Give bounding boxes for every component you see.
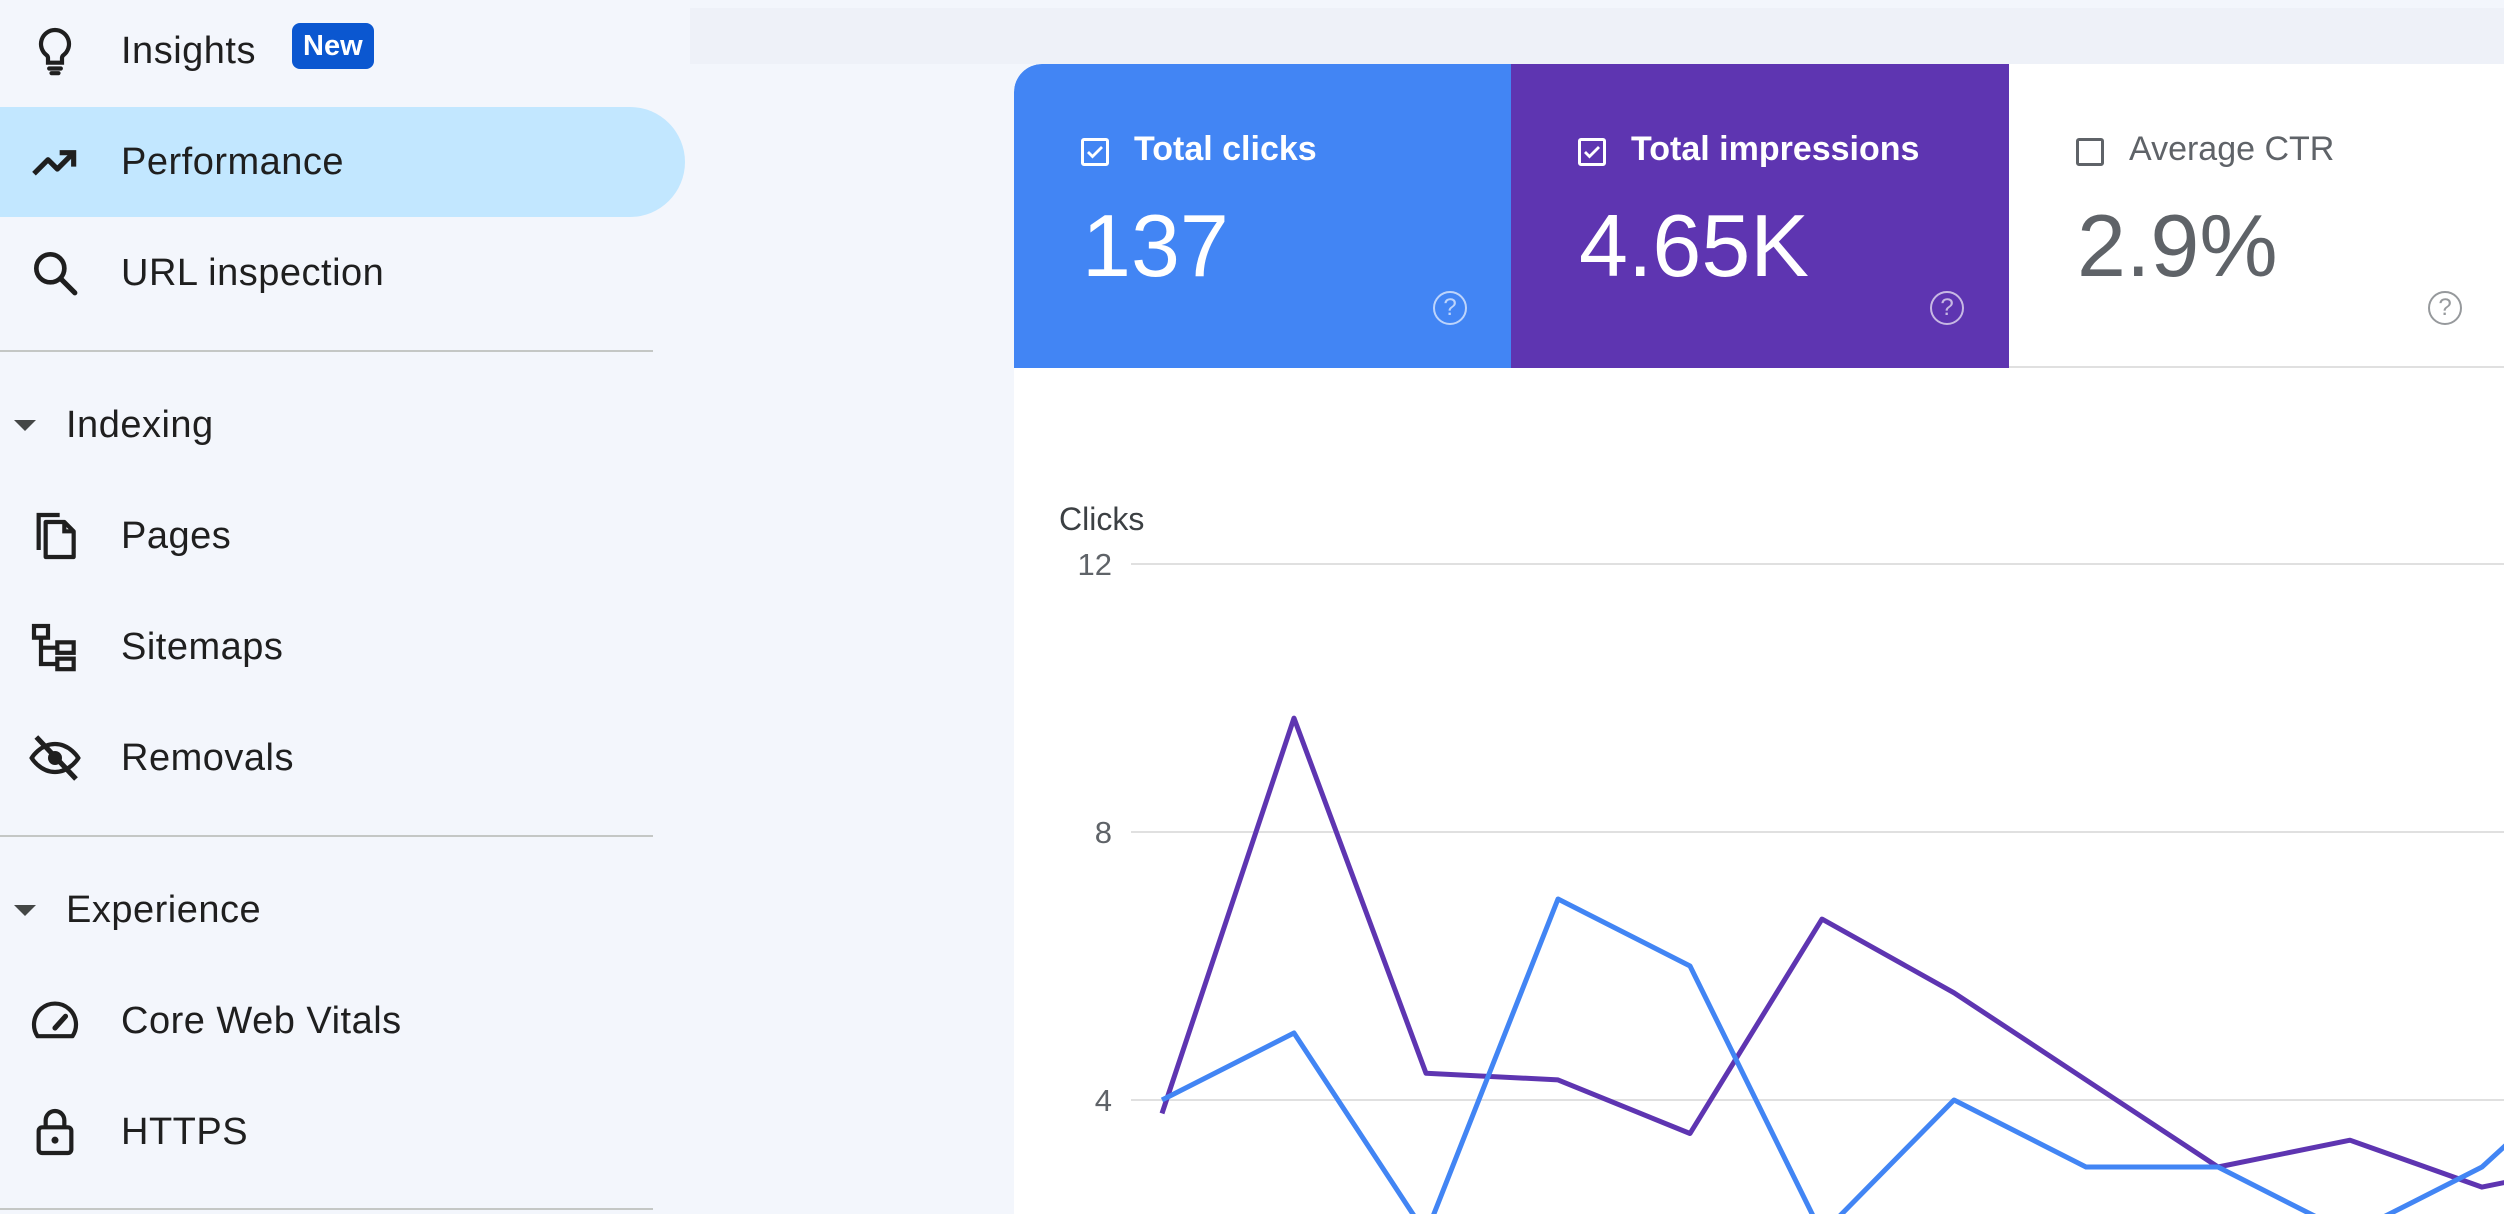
sidebar-item-label: URL inspection	[121, 251, 385, 294]
sidebar-item-pages[interactable]: Pages	[0, 481, 685, 591]
sidebar-item-sitemaps[interactable]: Sitemaps	[0, 592, 685, 702]
pages-icon	[36, 512, 76, 560]
metric-card-total-clicks[interactable]: Total clicks 137 ?	[1014, 64, 1511, 368]
sidebar-item-url-inspection[interactable]: URL inspection	[0, 218, 685, 328]
metric-label: Total clicks	[1134, 130, 1317, 168]
speed-gauge-icon	[31, 1001, 79, 1039]
clicks-series-line	[1160, 896, 2504, 1214]
trending-up-icon	[32, 150, 77, 176]
search-icon	[34, 251, 78, 296]
checkbox-checked-icon[interactable]	[1081, 138, 1109, 166]
sitemap-icon	[31, 623, 76, 672]
checkbox-unchecked-icon[interactable]	[2076, 138, 2104, 166]
y-axis-label: Clicks	[1059, 501, 1144, 537]
sidebar-item-label: Insights	[121, 29, 256, 72]
sidebar-item-label: Core Web Vitals	[121, 999, 402, 1042]
sidebar-item-label: Performance	[121, 140, 345, 183]
section-toggle-indexing[interactable]: Indexing	[0, 385, 660, 465]
metric-card-total-impressions[interactable]: Total impressions 4.65K ?	[1511, 64, 2009, 368]
metric-value: 4.65K	[1579, 196, 1809, 295]
section-header: Indexing	[66, 403, 214, 446]
sidebar-item-insights[interactable]: Insights New	[0, 0, 685, 106]
metric-label: Average CTR	[2129, 130, 2335, 168]
performance-panel: Total clicks 137 ? Total impressions 4.6…	[1014, 64, 2504, 1214]
divider	[0, 350, 653, 352]
caret-down-icon	[14, 904, 36, 916]
help-icon[interactable]: ?	[2428, 291, 2462, 325]
section-toggle-experience[interactable]: Experience	[0, 870, 660, 950]
help-icon[interactable]: ?	[1433, 291, 1467, 325]
sidebar-item-core-web-vitals[interactable]: Core Web Vitals	[0, 966, 685, 1076]
sidebar-item-https[interactable]: HTTPS	[0, 1077, 685, 1187]
divider	[0, 835, 653, 837]
checkbox-checked-icon[interactable]	[1578, 138, 1606, 166]
visibility-off-icon	[29, 735, 81, 781]
lightbulb-icon	[38, 27, 72, 76]
sidebar-item-performance[interactable]: Performance	[0, 107, 685, 217]
new-badge: New	[292, 23, 374, 69]
sidebar-item-label: Sitemaps	[121, 625, 284, 668]
sidebar-item-label: HTTPS	[121, 1110, 249, 1153]
sidebar: Insights New Performance URL inspection …	[0, 0, 690, 1214]
sidebar-item-label: Pages	[121, 514, 232, 557]
metric-value: 2.9%	[2077, 196, 2278, 295]
impressions-series-line	[1159, 715, 2504, 1190]
y-tick-label: 12	[1078, 547, 1112, 582]
metric-value: 137	[1082, 196, 1229, 295]
section-header: Experience	[66, 888, 262, 931]
line-chart: Clicks 12 8 4	[1059, 501, 2504, 1214]
top-bar	[690, 8, 2504, 64]
sidebar-item-label: Removals	[121, 736, 294, 779]
lock-icon	[36, 1108, 74, 1156]
y-tick-label: 8	[1095, 815, 1112, 850]
caret-down-icon	[14, 419, 36, 431]
metric-card-average-ctr[interactable]: Average CTR 2.9% ?	[2009, 64, 2504, 368]
divider	[0, 1208, 653, 1210]
y-tick-label: 4	[1095, 1083, 1112, 1118]
metric-label: Total impressions	[1631, 130, 1920, 168]
performance-chart: Clicks 12 8 4	[1014, 368, 2504, 1214]
sidebar-item-removals[interactable]: Removals	[0, 703, 685, 813]
help-icon[interactable]: ?	[1930, 291, 1964, 325]
